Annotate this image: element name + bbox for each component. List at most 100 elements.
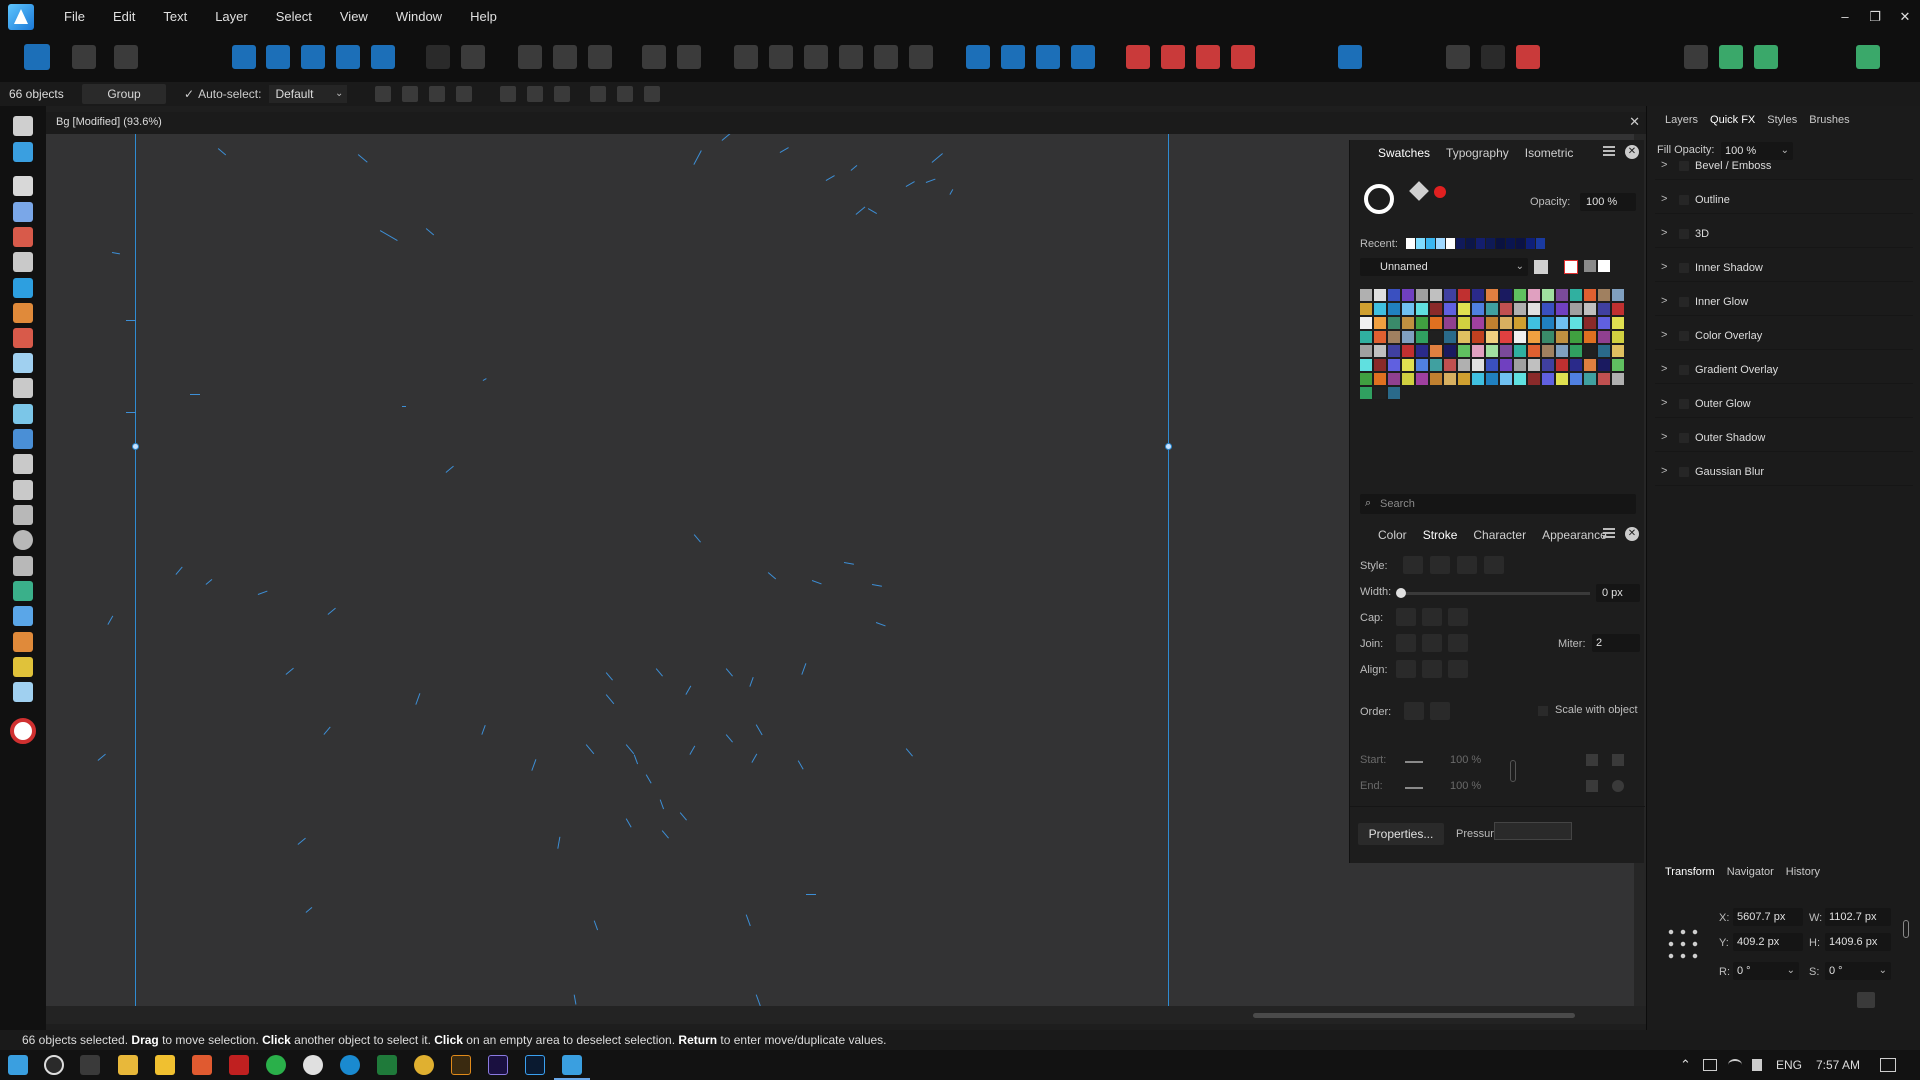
- h-field[interactable]: 1409.6 px: [1825, 933, 1891, 951]
- y-field[interactable]: 409.2 px: [1733, 933, 1803, 951]
- fx-row[interactable]: > Outline: [1655, 186, 1913, 214]
- no-stroke-icon[interactable]: [1403, 556, 1423, 574]
- menu-help[interactable]: Help: [456, 0, 511, 34]
- palette-swatch[interactable]: [1430, 359, 1442, 371]
- ctx-align-middle-icon[interactable]: [617, 86, 634, 102]
- palette-swatch[interactable]: [1374, 317, 1386, 329]
- line-stroke[interactable]: [779, 147, 790, 154]
- fx-checkbox[interactable]: [1679, 229, 1689, 239]
- palette-swatch[interactable]: [1514, 289, 1526, 301]
- swap-icon[interactable]: [1586, 780, 1598, 792]
- line-stroke[interactable]: [659, 799, 665, 810]
- chevron-right-icon[interactable]: >: [1661, 261, 1667, 273]
- brave-browser-icon[interactable]: [192, 1055, 212, 1075]
- fx-row[interactable]: > Gaussian Blur: [1655, 458, 1913, 486]
- dashed-stroke-icon[interactable]: [1457, 556, 1477, 574]
- fx-row[interactable]: > Outer Glow: [1655, 390, 1913, 418]
- fx-row[interactable]: > Inner Glow: [1655, 288, 1913, 316]
- document-tab[interactable]: Bg [Modified] (93.6%) ✕: [46, 112, 1646, 134]
- line-stroke[interactable]: [801, 663, 807, 675]
- line-stroke[interactable]: [379, 230, 398, 242]
- line-stroke[interactable]: [217, 148, 227, 156]
- palette-swatch[interactable]: [1444, 345, 1456, 357]
- solid-stroke-icon[interactable]: [1430, 556, 1450, 574]
- palette-swatch[interactable]: [1444, 331, 1456, 343]
- ctx-align-right-icon[interactable]: [554, 86, 571, 102]
- intersect-boolean-icon[interactable]: [301, 45, 325, 69]
- palette-swatch[interactable]: [1584, 289, 1596, 301]
- miter-field[interactable]: 2: [1592, 634, 1640, 652]
- add-boolean-icon[interactable]: [232, 45, 256, 69]
- ellipse-tool-icon[interactable]: [13, 530, 33, 550]
- palette-swatch[interactable]: [1430, 317, 1442, 329]
- horizontal-scroll-thumb[interactable]: [1253, 1013, 1575, 1018]
- line-stroke[interactable]: [797, 760, 804, 770]
- palette-swatch[interactable]: [1514, 317, 1526, 329]
- palette-swatch[interactable]: [1612, 359, 1624, 371]
- rotate-right-icon[interactable]: [1071, 45, 1095, 69]
- chrome-icon[interactable]: [414, 1055, 434, 1075]
- palette-swatch[interactable]: [1374, 373, 1386, 385]
- close-window-button[interactable]: ✕: [1890, 0, 1920, 34]
- line-stroke[interactable]: [679, 812, 687, 821]
- r-field[interactable]: 0 ° ⌄: [1733, 962, 1799, 980]
- line-stroke[interactable]: [445, 465, 455, 474]
- gray-swatch[interactable]: [1584, 260, 1596, 272]
- slice-tool-icon[interactable]: [13, 682, 33, 702]
- place-image-tool-icon[interactable]: [13, 429, 33, 449]
- palette-swatch[interactable]: [1444, 317, 1456, 329]
- recent-swatch[interactable]: [1426, 238, 1435, 249]
- arrowhead-position-icon[interactable]: [1612, 754, 1624, 766]
- line-stroke[interactable]: [357, 154, 368, 163]
- palette-swatch[interactable]: [1612, 289, 1624, 301]
- palette-swatch[interactable]: [1500, 289, 1512, 301]
- palette-swatch[interactable]: [1360, 289, 1372, 301]
- line-stroke[interactable]: [111, 252, 120, 255]
- corner-tool-icon[interactable]: [13, 227, 33, 247]
- fx-row[interactable]: > Inner Shadow: [1655, 254, 1913, 282]
- volume-icon[interactable]: [1752, 1059, 1762, 1071]
- line-stroke[interactable]: [557, 836, 561, 849]
- line-stroke[interactable]: [767, 572, 777, 580]
- grid-view-icon[interactable]: [1534, 260, 1548, 274]
- close-document-icon[interactable]: ✕: [1629, 114, 1640, 130]
- align-top-icon[interactable]: [839, 45, 863, 69]
- chevron-right-icon[interactable]: >: [1661, 363, 1667, 375]
- resize-handle-left[interactable]: [132, 443, 139, 450]
- notifications-icon[interactable]: [1880, 1058, 1896, 1072]
- palette-swatch[interactable]: [1430, 331, 1442, 343]
- palette-swatch[interactable]: [1542, 317, 1554, 329]
- flip-vertical-icon[interactable]: [1001, 45, 1025, 69]
- tab-swatches[interactable]: Swatches: [1370, 146, 1438, 160]
- pen-tool-icon[interactable]: [13, 252, 33, 272]
- fx-checkbox[interactable]: [1679, 161, 1689, 171]
- palette-swatch[interactable]: [1360, 373, 1372, 385]
- palette-swatch[interactable]: [1360, 331, 1372, 343]
- polygon-tool-icon[interactable]: [13, 556, 33, 576]
- palette-swatch[interactable]: [1514, 303, 1526, 315]
- palette-swatch[interactable]: [1598, 359, 1610, 371]
- palette-swatch[interactable]: [1528, 359, 1540, 371]
- line-stroke[interactable]: [593, 920, 599, 931]
- current-color-icon[interactable]: [1434, 186, 1446, 198]
- tab-stroke[interactable]: Stroke: [1415, 528, 1466, 542]
- recent-swatch[interactable]: [1506, 238, 1515, 249]
- line-stroke[interactable]: [402, 406, 406, 408]
- chevron-right-icon[interactable]: >: [1661, 159, 1667, 171]
- gradient-tool-icon[interactable]: [13, 378, 33, 398]
- palette-swatch[interactable]: [1458, 345, 1470, 357]
- w-field[interactable]: 1102.7 px: [1825, 908, 1891, 926]
- palette-swatch[interactable]: [1486, 289, 1498, 301]
- palette-swatch[interactable]: [1542, 303, 1554, 315]
- line-stroke[interactable]: [190, 394, 200, 396]
- chevron-right-icon[interactable]: >: [1661, 431, 1667, 443]
- subtract-boolean-icon[interactable]: [266, 45, 290, 69]
- flip-horizontal-icon[interactable]: [966, 45, 990, 69]
- close-icon[interactable]: ✕: [1625, 145, 1639, 159]
- chevron-right-icon[interactable]: >: [1661, 193, 1667, 205]
- recent-swatch[interactable]: [1456, 238, 1465, 249]
- bevel-join-icon[interactable]: [1448, 634, 1468, 652]
- palette-swatch[interactable]: [1584, 359, 1596, 371]
- tab-typography[interactable]: Typography: [1438, 146, 1517, 160]
- palette-swatch[interactable]: [1500, 359, 1512, 371]
